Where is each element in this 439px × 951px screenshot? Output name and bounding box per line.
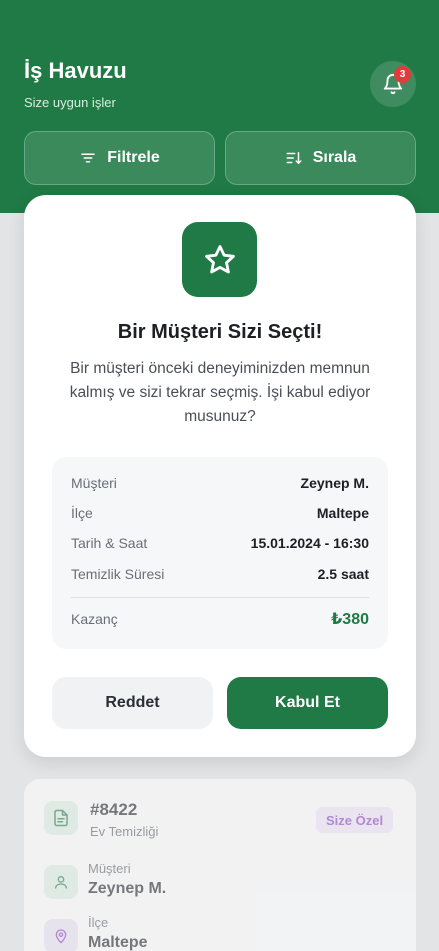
job-details: Müşteri Zeynep M. İlçe Maltepe Tarih & S… [52, 457, 388, 649]
filter-button[interactable]: Filtrele [24, 131, 215, 185]
job-type: Ev Temizliği [90, 824, 159, 839]
detail-row: Tarih & Saat 15.01.2024 - 16:30 [71, 535, 369, 551]
sort-label: Sırala [312, 149, 357, 166]
district-value: Maltepe [88, 934, 148, 951]
selection-dialog: Bir Müşteri Sizi Seçti! Bir müşteri önce… [24, 195, 416, 757]
detail-row: Temizlik Süresi 2.5 saat [71, 566, 369, 582]
reject-button[interactable]: Reddet [52, 677, 213, 729]
sort-icon [286, 152, 302, 164]
detail-value: 15.01.2024 - 16:30 [250, 535, 369, 551]
earnings-label: Kazanç [71, 611, 118, 627]
dialog-message: Bir müşteri önceki deneyiminizden memnun… [69, 360, 371, 425]
location-icon [55, 929, 67, 944]
special-tag: Size Özel [316, 807, 394, 833]
accept-button[interactable]: Kabul Et [227, 677, 388, 729]
detail-row: İlçe Maltepe [71, 505, 369, 521]
detail-label: Müşteri [71, 475, 117, 491]
location-icon-box [44, 919, 78, 951]
notifications-button[interactable]: 3 [370, 61, 416, 107]
page-title: İş Havuzu [24, 58, 127, 83]
star-icon [204, 244, 235, 273]
detail-label: İlçe [71, 505, 93, 521]
detail-value: Zeynep M. [300, 475, 369, 491]
filter-label: Filtrele [107, 149, 160, 166]
sort-button[interactable]: Sırala [225, 131, 416, 185]
detail-label: Temizlik Süresi [71, 566, 165, 582]
details-divider [71, 597, 369, 598]
user-icon-box [44, 865, 78, 899]
star-icon-box [182, 222, 257, 297]
user-icon [55, 876, 67, 889]
detail-value: Maltepe [316, 505, 369, 521]
page-subtitle: Size uygun işler [24, 95, 116, 110]
notification-badge: 3 [394, 66, 411, 83]
filter-icon [81, 153, 96, 163]
detail-row: Müşteri Zeynep M. [71, 475, 369, 491]
detail-value: 2.5 saat [317, 566, 369, 582]
job-card[interactable]: #8422 Ev Temizliği Size Özel Müşteri Zey… [24, 779, 416, 951]
district-label: İlçe [88, 915, 109, 930]
job-id: #8422 [90, 800, 138, 819]
document-icon-box [44, 801, 78, 835]
customer-label: Müşteri [88, 861, 131, 876]
customer-value: Zeynep M. [88, 880, 167, 897]
detail-label: Tarih & Saat [71, 535, 148, 551]
earnings-row: Kazanç ₺380 [71, 609, 369, 629]
earnings-value: ₺380 [331, 611, 369, 628]
document-icon [54, 809, 68, 827]
dialog-title: Bir Müşteri Sizi Seçti! [117, 321, 323, 343]
app-header: İş Havuzu Size uygun işler 3 Filtrele Sı… [0, 0, 439, 213]
